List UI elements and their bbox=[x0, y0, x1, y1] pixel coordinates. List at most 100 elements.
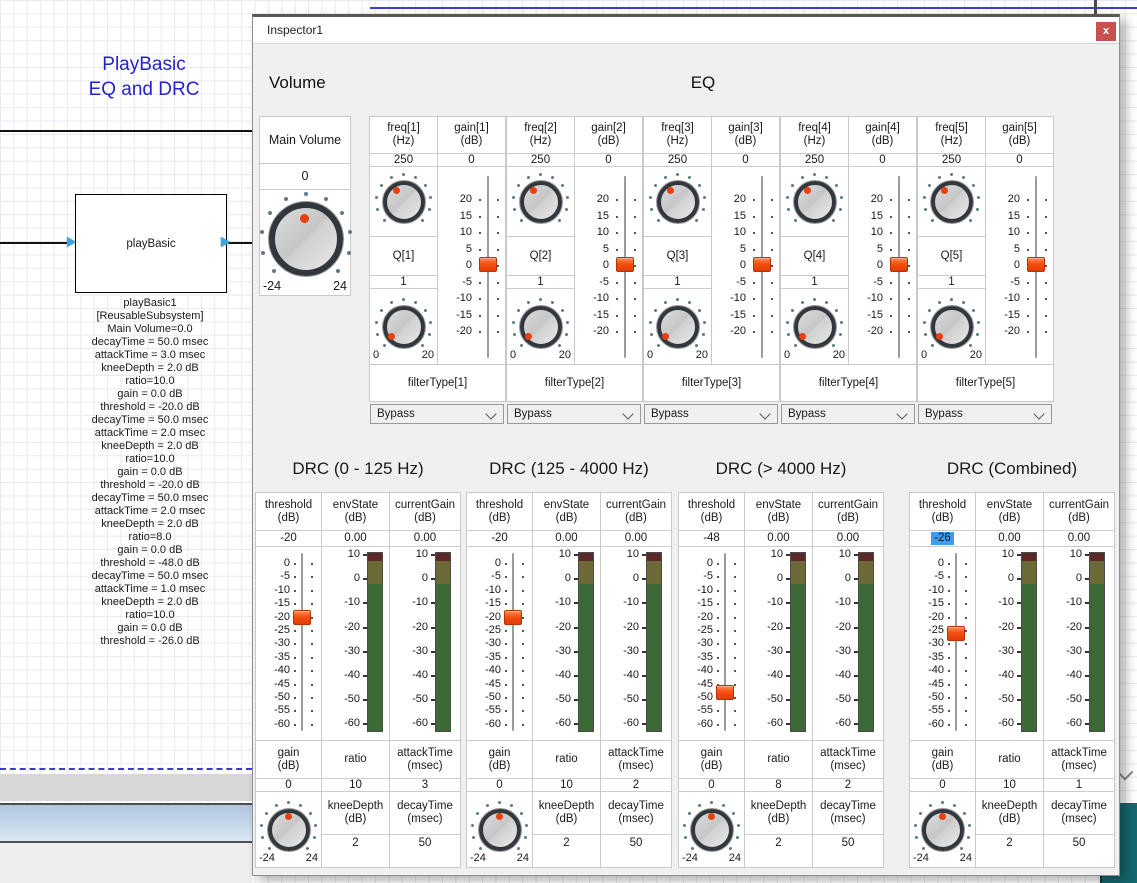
envstate-label: envState bbox=[987, 499, 1032, 512]
scale-label: -15 bbox=[679, 597, 744, 610]
decaytime-header: decayTime (msec) bbox=[1044, 792, 1114, 835]
freq-knob[interactable] bbox=[781, 167, 848, 237]
q-knob[interactable]: 0 20 bbox=[507, 289, 574, 364]
block-info-line: decayTime = 50.0 msec bbox=[30, 414, 270, 427]
knob-face bbox=[931, 181, 973, 223]
freq-knob[interactable] bbox=[918, 167, 985, 237]
q-knob[interactable]: 0 20 bbox=[781, 289, 848, 364]
threshold-value[interactable]: -20 bbox=[256, 531, 321, 547]
scale-label: 0 bbox=[910, 557, 975, 570]
threshold-slider[interactable]: 0-5-10-15-20-25-30-35-40-45-50-55-60 bbox=[910, 547, 975, 741]
block-info-line: threshold = -48.0 dB bbox=[30, 557, 270, 570]
threshold-slider-handle[interactable] bbox=[293, 610, 311, 625]
filter-type-label: filterType[4] bbox=[780, 364, 917, 402]
knob-pointer-icon bbox=[804, 187, 811, 194]
threshold-header: threshold (dB) bbox=[256, 493, 321, 531]
gain-slider[interactable]: 20151050-5-10-15-20 bbox=[575, 167, 642, 364]
gain-slider-handle[interactable] bbox=[753, 257, 771, 272]
freq-knob[interactable] bbox=[644, 167, 711, 237]
threshold-value[interactable]: -48 bbox=[679, 531, 744, 547]
freq-value: 250 bbox=[781, 154, 848, 167]
close-button[interactable]: x bbox=[1096, 22, 1116, 41]
gain-slider-handle[interactable] bbox=[890, 257, 908, 272]
threshold-scale: 0-5-10-15-20-25-30-35-40-45-50-55-60 bbox=[910, 557, 975, 731]
knob-face bbox=[383, 181, 425, 223]
kneedepth-unit: (dB) bbox=[999, 813, 1021, 826]
block-info-line: attackTime = 2.0 msec bbox=[30, 505, 270, 518]
filter-type-dropdown[interactable]: Bypass bbox=[644, 404, 778, 424]
gain-slider[interactable]: 20151050-5-10-15-20 bbox=[986, 167, 1053, 364]
playbasic-block[interactable]: playBasic bbox=[75, 194, 227, 293]
gain-value: 0 bbox=[467, 779, 532, 792]
currentgain-label: currentGain bbox=[818, 499, 878, 512]
threshold-slider-handle[interactable] bbox=[504, 610, 522, 625]
envstate-header: envState (dB) bbox=[533, 493, 600, 531]
q-value: 1 bbox=[781, 276, 848, 289]
gain-knob[interactable]: -24 24 bbox=[910, 792, 975, 867]
envstate-value: 0.00 bbox=[745, 531, 812, 547]
filter-type-dropdown[interactable]: Bypass bbox=[507, 404, 641, 424]
drc-title: DRC (> 4000 Hz) bbox=[678, 459, 884, 479]
kneedepth-header: kneeDepth (dB) bbox=[976, 792, 1043, 835]
block-info-line: gain = 0.0 dB bbox=[30, 544, 270, 557]
q-knob[interactable]: 0 20 bbox=[644, 289, 711, 364]
gain-slider-handle[interactable] bbox=[479, 257, 497, 272]
freq-knob[interactable] bbox=[507, 167, 574, 237]
gain-knob[interactable]: -24 24 bbox=[679, 792, 744, 867]
drc-box: threshold (dB) -20 0-5-10-15-20-25-30-35… bbox=[466, 492, 672, 868]
scale-label: -55 bbox=[256, 704, 321, 717]
knob-pointer-icon bbox=[936, 333, 943, 340]
attacktime-header: attackTime (msec) bbox=[1044, 741, 1114, 779]
q-knob[interactable]: 0 20 bbox=[370, 289, 437, 364]
attacktime-value: 2 bbox=[601, 779, 671, 792]
freq-header: freq[4] (Hz) bbox=[781, 117, 848, 154]
diagram-title-line2: EQ and DRC bbox=[44, 77, 244, 102]
main-volume-knob[interactable]: -24 24 bbox=[260, 190, 350, 295]
title-bar[interactable]: Inspector1 x bbox=[253, 17, 1119, 44]
kneedepth-value: 2 bbox=[745, 835, 812, 851]
gain-slider[interactable]: 20151050-5-10-15-20 bbox=[438, 167, 505, 364]
threshold-value[interactable]: -26 bbox=[910, 531, 975, 547]
q-header: Q[5] bbox=[918, 237, 985, 276]
currentgain-meter: 100-10-20-30-40-50-60 bbox=[390, 547, 460, 741]
scale-label: 10 bbox=[986, 226, 1053, 239]
filter-type-value: Bypass bbox=[925, 408, 963, 420]
attacktime-label: attackTime bbox=[1051, 747, 1107, 760]
gain-knob[interactable]: -24 24 bbox=[256, 792, 321, 867]
gain-slider-handle[interactable] bbox=[616, 257, 634, 272]
threshold-slider-handle[interactable] bbox=[716, 685, 734, 700]
scale-label: -30 bbox=[679, 637, 744, 650]
scale-label: 0 bbox=[256, 557, 321, 570]
gain-label: gain[5] bbox=[1002, 122, 1037, 135]
gain-slider[interactable]: 20151050-5-10-15-20 bbox=[712, 167, 779, 364]
envstate-label: envState bbox=[756, 499, 801, 512]
threshold-slider[interactable]: 0-5-10-15-20-25-30-35-40-45-50-55-60 bbox=[256, 547, 321, 741]
q-max-label: 20 bbox=[833, 349, 845, 362]
scale-label: 0 bbox=[467, 557, 532, 570]
attacktime-label: attackTime bbox=[608, 747, 664, 760]
scale-label: -25 bbox=[679, 624, 744, 637]
q-value: 1 bbox=[918, 276, 985, 289]
scale-label: -5 bbox=[679, 570, 744, 583]
gain-unit: (dB) bbox=[461, 135, 483, 148]
gain-knob[interactable]: -24 24 bbox=[467, 792, 532, 867]
currentgain-unit: (dB) bbox=[625, 512, 647, 525]
filter-type-dropdown[interactable]: Bypass bbox=[918, 404, 1052, 424]
q-header: Q[2] bbox=[507, 237, 574, 276]
gain-slider-handle[interactable] bbox=[1027, 257, 1045, 272]
threshold-value[interactable]: -20 bbox=[467, 531, 532, 547]
freq-header: freq[2] (Hz) bbox=[507, 117, 574, 154]
threshold-slider[interactable]: 0-5-10-15-20-25-30-35-40-45-50-55-60 bbox=[467, 547, 532, 741]
q-knob[interactable]: 0 20 bbox=[918, 289, 985, 364]
gain-label: gain[2] bbox=[591, 122, 626, 135]
knob-face bbox=[383, 306, 425, 348]
kneedepth-header: kneeDepth (dB) bbox=[745, 792, 812, 835]
freq-knob[interactable] bbox=[370, 167, 437, 237]
threshold-slider-handle[interactable] bbox=[947, 626, 965, 641]
freq-value: 250 bbox=[370, 154, 437, 167]
threshold-slider[interactable]: 0-5-10-15-20-25-30-35-40-45-50-55-60 bbox=[679, 547, 744, 741]
filter-type-dropdown[interactable]: Bypass bbox=[370, 404, 504, 424]
knob-pointer-icon bbox=[799, 333, 806, 340]
gain-slider[interactable]: 20151050-5-10-15-20 bbox=[849, 167, 916, 364]
filter-type-dropdown[interactable]: Bypass bbox=[781, 404, 915, 424]
